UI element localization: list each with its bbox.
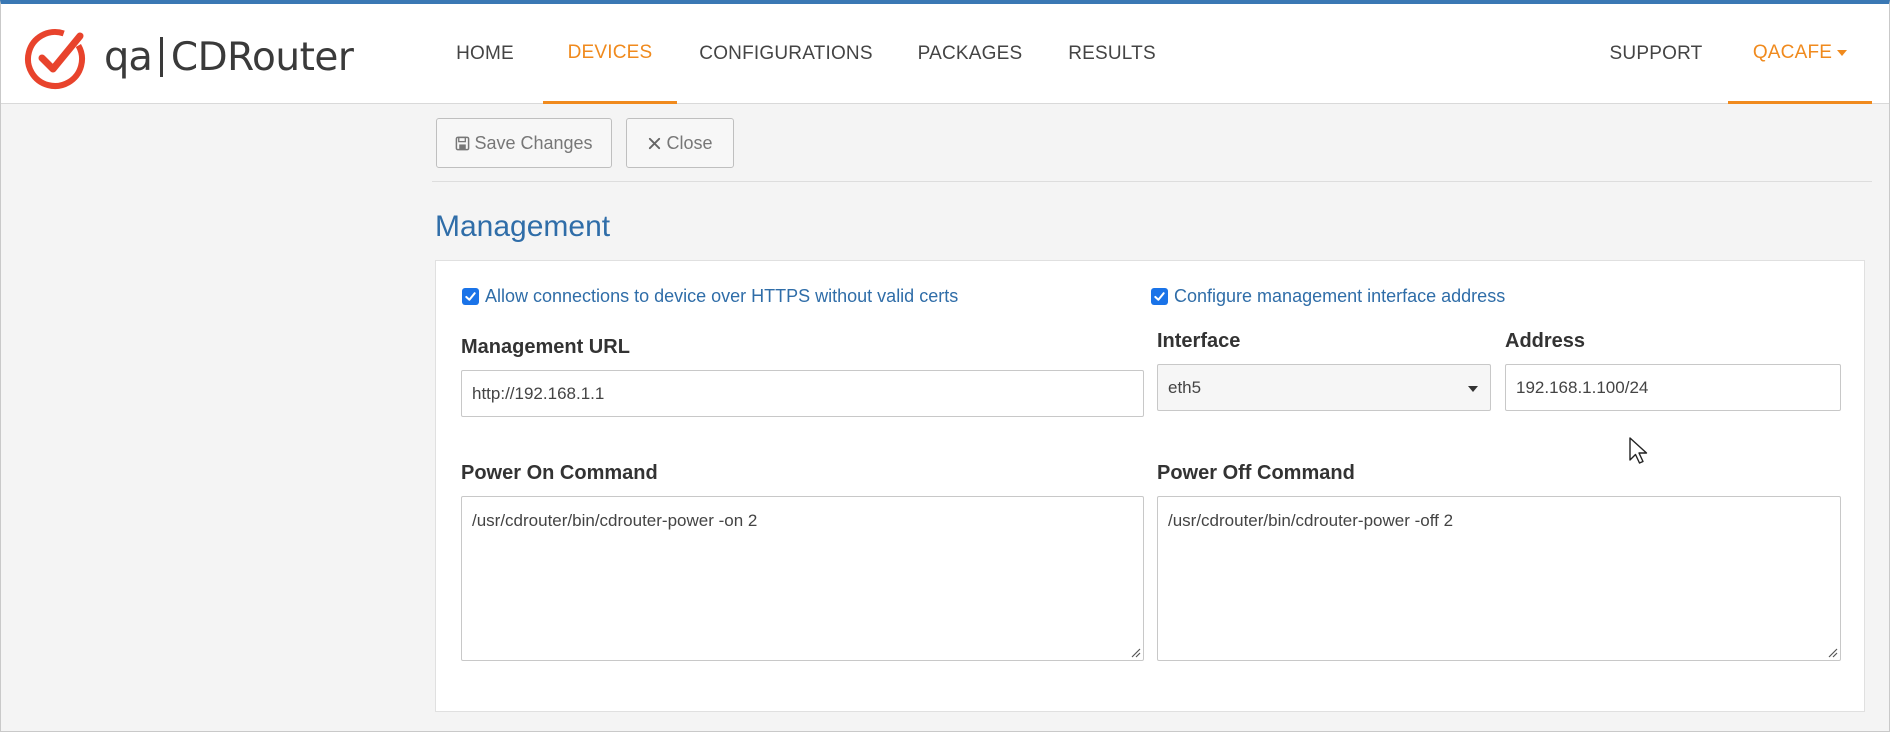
interface-label: Interface xyxy=(1157,330,1241,352)
allow-https-checkbox[interactable]: Allow connections to device over HTTPS w… xyxy=(462,286,958,307)
nav-home[interactable]: HOME xyxy=(448,4,522,104)
management-url-input[interactable]: http://192.168.1.1 xyxy=(461,370,1144,417)
allow-https-label[interactable]: Allow connections to device over HTTPS w… xyxy=(485,286,958,307)
power-on-command-textarea[interactable]: /usr/cdrouter/bin/cdrouter-power -on 2 xyxy=(461,496,1144,661)
close-icon xyxy=(649,137,661,149)
resize-grip-icon[interactable] xyxy=(1129,646,1141,658)
close-button[interactable]: Close xyxy=(626,118,734,168)
toolbar-divider xyxy=(432,181,1872,182)
qacafe-check-logo-icon xyxy=(25,29,85,89)
checkbox-checked-icon[interactable] xyxy=(462,288,479,305)
brand-qa-text: qa xyxy=(104,34,153,80)
nav-support[interactable]: SUPPORT xyxy=(1606,4,1706,104)
management-url-label: Management URL xyxy=(461,336,630,358)
top-navbar: qa CDRouter HOME DEVICES CONFIGURATIONS … xyxy=(0,4,1890,104)
section-title: Management xyxy=(435,210,611,243)
power-on-command-label: Power On Command xyxy=(461,462,658,484)
caret-down-icon xyxy=(1837,49,1848,56)
mouse-pointer-icon xyxy=(1629,437,1648,464)
save-changes-label: Save Changes xyxy=(474,132,593,153)
power-off-command-label: Power Off Command xyxy=(1157,462,1355,484)
interface-selected-value: eth5 xyxy=(1168,377,1202,397)
save-changes-button[interactable]: Save Changes xyxy=(436,118,612,168)
brand-logo[interactable]: qa CDRouter xyxy=(24,24,354,90)
resize-grip-icon[interactable] xyxy=(1826,646,1838,658)
close-label: Close xyxy=(666,132,713,153)
dropdown-arrow-icon xyxy=(1468,385,1478,392)
address-label: Address xyxy=(1505,330,1586,352)
nav-configurations[interactable]: CONFIGURATIONS xyxy=(699,4,872,104)
power-off-command-textarea[interactable]: /usr/cdrouter/bin/cdrouter-power -off 2 xyxy=(1157,496,1841,661)
configure-interface-checkbox[interactable]: Configure management interface address xyxy=(1151,286,1505,307)
nav-devices[interactable]: DEVICES xyxy=(543,4,677,104)
configure-interface-label[interactable]: Configure management interface address xyxy=(1174,286,1505,307)
nav-results[interactable]: RESULTS xyxy=(1068,4,1155,104)
power-off-command-value: /usr/cdrouter/bin/cdrouter-power -off 2 xyxy=(1168,511,1454,530)
power-on-command-value: /usr/cdrouter/bin/cdrouter-power -on 2 xyxy=(472,511,758,530)
address-input[interactable]: 192.168.1.100/24 xyxy=(1505,364,1841,411)
brand-separator xyxy=(159,37,163,77)
checkbox-checked-icon[interactable] xyxy=(1151,288,1168,305)
nav-user-menu[interactable]: QACAFE xyxy=(1728,4,1872,104)
floppy-disk-icon xyxy=(456,136,470,150)
user-name: QACAFE xyxy=(1752,41,1833,63)
brand-name-text: CDRouter xyxy=(170,34,354,80)
interface-select[interactable]: eth5 xyxy=(1157,364,1491,411)
nav-packages[interactable]: PACKAGES xyxy=(917,4,1023,104)
